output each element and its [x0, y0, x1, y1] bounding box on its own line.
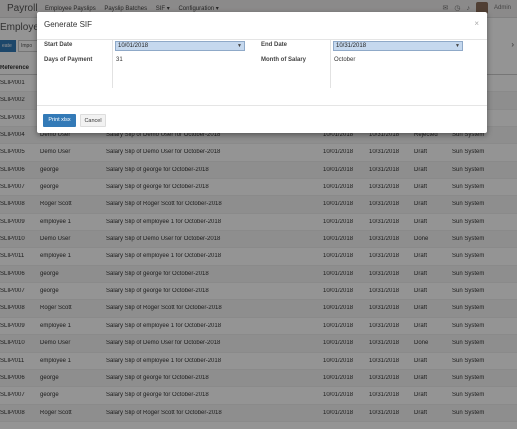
divider [330, 40, 331, 88]
print-xlsx-button[interactable]: Print xlsx [43, 114, 76, 127]
dialog-header: Generate SIF × [37, 12, 487, 40]
divider [112, 40, 113, 88]
close-icon[interactable]: × [474, 19, 479, 28]
dialog-title: Generate SIF [44, 20, 93, 29]
dialog-footer: Print xlsx Cancel [37, 105, 487, 133]
cancel-button[interactable]: Cancel [80, 114, 106, 127]
start-date-field[interactable]: 10/01/2018 ▼ [115, 41, 245, 51]
days-of-payment-label: Days of Payment [44, 57, 93, 63]
dialog-body: Start Date 10/01/2018 ▼ End Date 10/31/2… [37, 40, 487, 103]
start-date-value: 10/01/2018 [118, 43, 149, 49]
start-date-label: Start Date [44, 42, 73, 48]
month-of-salary-label: Month of Salary [261, 57, 307, 63]
chevron-down-icon[interactable]: ▼ [237, 42, 242, 50]
generate-sif-dialog: Generate SIF × Start Date 10/01/2018 ▼ E… [37, 12, 487, 133]
chevron-down-icon[interactable]: ▼ [455, 42, 460, 50]
end-date-value: 10/31/2018 [336, 43, 367, 49]
days-of-payment-value: 31 [116, 57, 123, 63]
end-date-label: End Date [261, 42, 288, 48]
month-of-salary-value: October [334, 57, 356, 63]
end-date-field[interactable]: 10/31/2018 ▼ [333, 41, 463, 51]
